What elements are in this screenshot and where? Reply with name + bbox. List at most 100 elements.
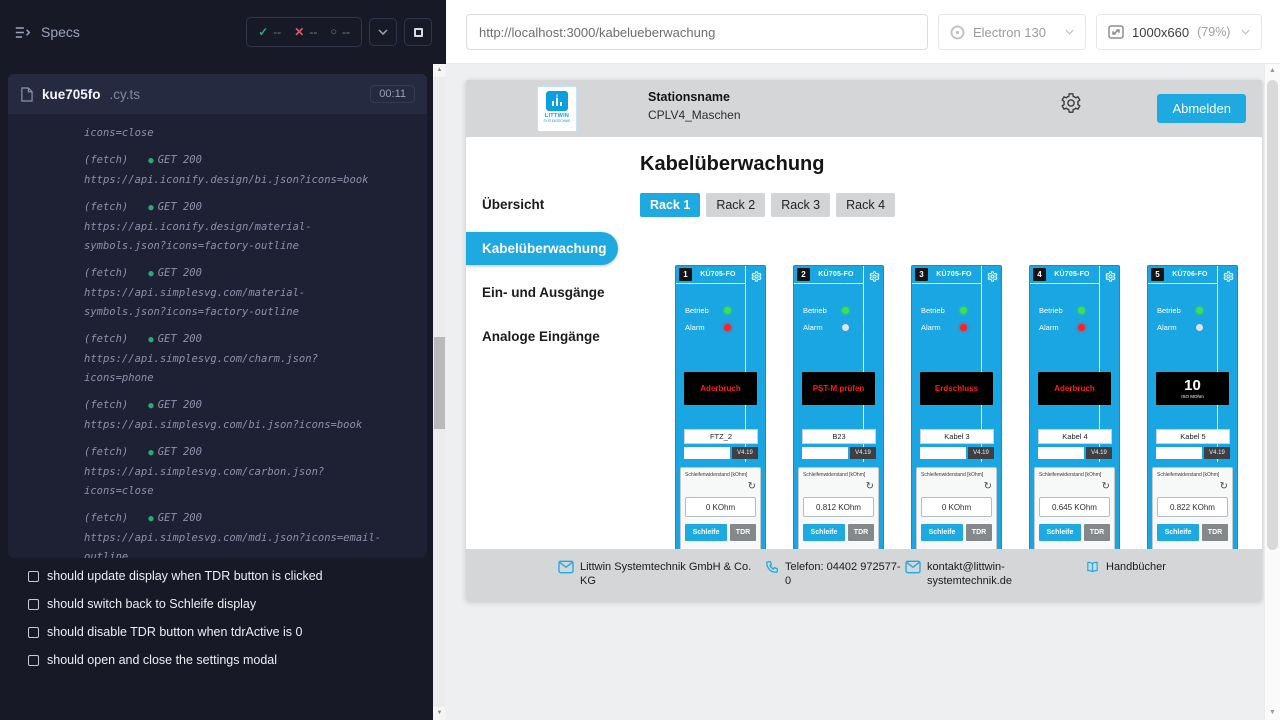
page-scrollbar[interactable]: ▲ ▼	[1264, 64, 1280, 720]
tdr-button[interactable]: TDR	[1202, 524, 1228, 541]
check-icon: ✓	[258, 25, 268, 39]
scrollbar-thumb[interactable]	[1267, 80, 1278, 550]
url-input[interactable]	[466, 14, 928, 50]
schleife-button[interactable]: Schleife	[803, 524, 845, 541]
network-log-entry[interactable]: (fetch)●GET 200 https://api.simplesvg.co…	[84, 509, 411, 558]
network-log-entry[interactable]: (fetch)●GET 200 https://api.simplesvg.co…	[84, 264, 411, 322]
test-item[interactable]: should open and close the settings modal	[0, 646, 433, 674]
test-stats: ✓-- ✕-- ○--	[246, 17, 362, 47]
scroll-down-arrow[interactable]: ▼	[433, 707, 446, 720]
device-card-2: 2 KÜ705-FO Betrieb Alarm PST-M prüfen B2…	[793, 265, 884, 549]
schleife-button[interactable]: Schleife	[1039, 524, 1081, 541]
card-settings-icon[interactable]	[747, 269, 765, 287]
scroll-up-arrow[interactable]: ▲	[1265, 64, 1280, 78]
tab-rack-3[interactable]: Rack 3	[771, 193, 830, 217]
reporter-scrollbar[interactable]: ▲ ▼	[433, 64, 446, 720]
fetch-label: (fetch)	[84, 512, 128, 524]
schleife-button[interactable]: Schleife	[685, 524, 727, 541]
card-settings-icon[interactable]	[1101, 269, 1119, 287]
test-status-icon	[28, 599, 39, 610]
network-log-entry[interactable]: (fetch)●GET 200 https://api.iconify.desi…	[84, 151, 411, 190]
viewport-selector[interactable]: 1000x660 (79%)	[1096, 14, 1262, 50]
cypress-toolbar: Specs ✓-- ✕-- ○--	[0, 0, 446, 64]
settings-gear-icon[interactable]	[1060, 92, 1082, 119]
specs-toggle-button[interactable]: Specs	[14, 24, 80, 40]
browser-selector[interactable]: Electron 130	[938, 14, 1086, 50]
schleife-button[interactable]: Schleife	[1157, 524, 1199, 541]
littwin-logo-icon	[546, 91, 568, 111]
cable-name-label: B23	[802, 429, 876, 444]
sidebar-item-analoge-eingaenge[interactable]: Analoge Eingänge	[466, 314, 634, 358]
tab-rack-4[interactable]: Rack 4	[836, 193, 895, 217]
network-log-entry[interactable]: (fetch)●GET 200 https://api.simplesvg.co…	[84, 443, 411, 501]
status-dot-icon: ●	[148, 514, 153, 524]
network-log-entry[interactable]: (fetch)●GET 200 https://api.simplesvg.co…	[84, 330, 411, 388]
http-status: GET 200	[158, 446, 202, 458]
app-stage: LITTWIN SYSTEMTECHNIK Stationsname CPLV4…	[446, 64, 1280, 720]
logout-button[interactable]: Abmelden	[1157, 94, 1246, 123]
betrieb-led	[1196, 307, 1203, 314]
schleife-button[interactable]: Schleife	[921, 524, 963, 541]
tdr-button[interactable]: TDR	[1084, 524, 1110, 541]
status-dot-icon: ●	[148, 335, 153, 345]
betrieb-led	[1078, 307, 1085, 314]
refresh-icon[interactable]: ↻	[866, 482, 874, 492]
measurement-label: Schleifenwiderstand [kOhm]	[1157, 472, 1228, 478]
measurement-panel: Schleifenwiderstand [kOhm] ↻ 0.822 KOhm …	[1152, 467, 1233, 549]
tab-rack-1[interactable]: Rack 1	[640, 193, 700, 217]
panel-divider	[912, 283, 981, 284]
status-dot-icon: ●	[148, 448, 153, 458]
measurement-panel: Schleifenwiderstand [kOhm] ↻ 0 KOhm Schl…	[680, 467, 761, 549]
scrollbar-thumb[interactable]	[434, 337, 445, 429]
footer-phone[interactable]: Telefon: 04402 972577-0	[765, 560, 905, 588]
collapse-button[interactable]	[369, 18, 397, 46]
sidebar-item-kabelueberwachung[interactable]: Kabelüberwachung	[466, 232, 618, 265]
card-settings-icon[interactable]	[983, 269, 1001, 287]
mail-icon	[905, 560, 921, 579]
scroll-up-arrow[interactable]: ▲	[433, 64, 446, 77]
card-settings-icon[interactable]	[1219, 269, 1237, 287]
tab-rack-2[interactable]: Rack 2	[706, 193, 765, 217]
network-log-entry[interactable]: (fetch)●GET 200 https://api.iconify.desi…	[84, 198, 411, 256]
sidebar-item-uebersicht[interactable]: Übersicht	[466, 182, 634, 226]
stop-button[interactable]	[404, 18, 432, 46]
refresh-icon[interactable]: ↻	[1102, 482, 1110, 492]
stat-passed: ✓--	[258, 25, 281, 39]
tdr-button[interactable]: TDR	[966, 524, 992, 541]
card-settings-icon[interactable]	[865, 269, 883, 287]
cable-name-label: Kabel 3	[920, 429, 994, 444]
test-item[interactable]: should update display when TDR button is…	[0, 562, 433, 590]
app-window: LITTWIN SYSTEMTECHNIK Stationsname CPLV4…	[466, 80, 1262, 601]
status-display: PST-M prüfen	[802, 372, 875, 405]
sidebar-item-ein-ausgaenge[interactable]: Ein- und Ausgänge	[466, 270, 634, 314]
display-blank	[1156, 447, 1202, 459]
measurement-panel: Schleifenwiderstand [kOhm] ↻ 0.645 KOhm …	[1034, 467, 1115, 549]
refresh-icon[interactable]: ↻	[984, 482, 992, 492]
stat-failed: ✕--	[294, 25, 317, 39]
zoom-level: (79%)	[1197, 25, 1230, 39]
test-item[interactable]: should switch back to Schleife display	[0, 590, 433, 618]
scroll-down-arrow[interactable]: ▼	[1265, 706, 1280, 720]
measurement-value: 0.822 KOhm	[1157, 497, 1228, 517]
tdr-button[interactable]: TDR	[848, 524, 874, 541]
http-status: GET 200	[158, 333, 202, 345]
fetch-label: (fetch)	[84, 201, 128, 213]
app-footer: Littwin Systemtechnik GmbH & Co. KG Tele…	[466, 549, 1262, 601]
card-number-badge: 3	[915, 268, 928, 281]
spec-name: kue705fo	[42, 87, 101, 102]
footer-email[interactable]: kontakt@littwin-systemtechnik.de	[905, 560, 1019, 588]
test-list: should update display when TDR button is…	[0, 562, 433, 674]
spec-header[interactable]: kue705fo .cy.ts 00:11	[8, 74, 427, 114]
test-status-icon	[28, 571, 39, 582]
network-log-entry[interactable]: (fetch)●GET 200 https://api.simplesvg.co…	[84, 396, 411, 435]
footer-manuals-link[interactable]: Handbücher	[1085, 560, 1166, 579]
tdr-button[interactable]: TDR	[730, 524, 756, 541]
test-item[interactable]: should disable TDR button when tdrActive…	[0, 618, 433, 646]
firmware-version: V4.19	[968, 447, 994, 459]
refresh-icon[interactable]: ↻	[1220, 482, 1228, 492]
refresh-icon[interactable]: ↻	[748, 482, 756, 492]
network-log-entry[interactable]: icons=close	[84, 124, 411, 143]
measurement-value: 0.812 KOhm	[803, 497, 874, 517]
card-model-label: KÜ705-FO	[810, 266, 862, 283]
alarm-led	[724, 324, 731, 331]
